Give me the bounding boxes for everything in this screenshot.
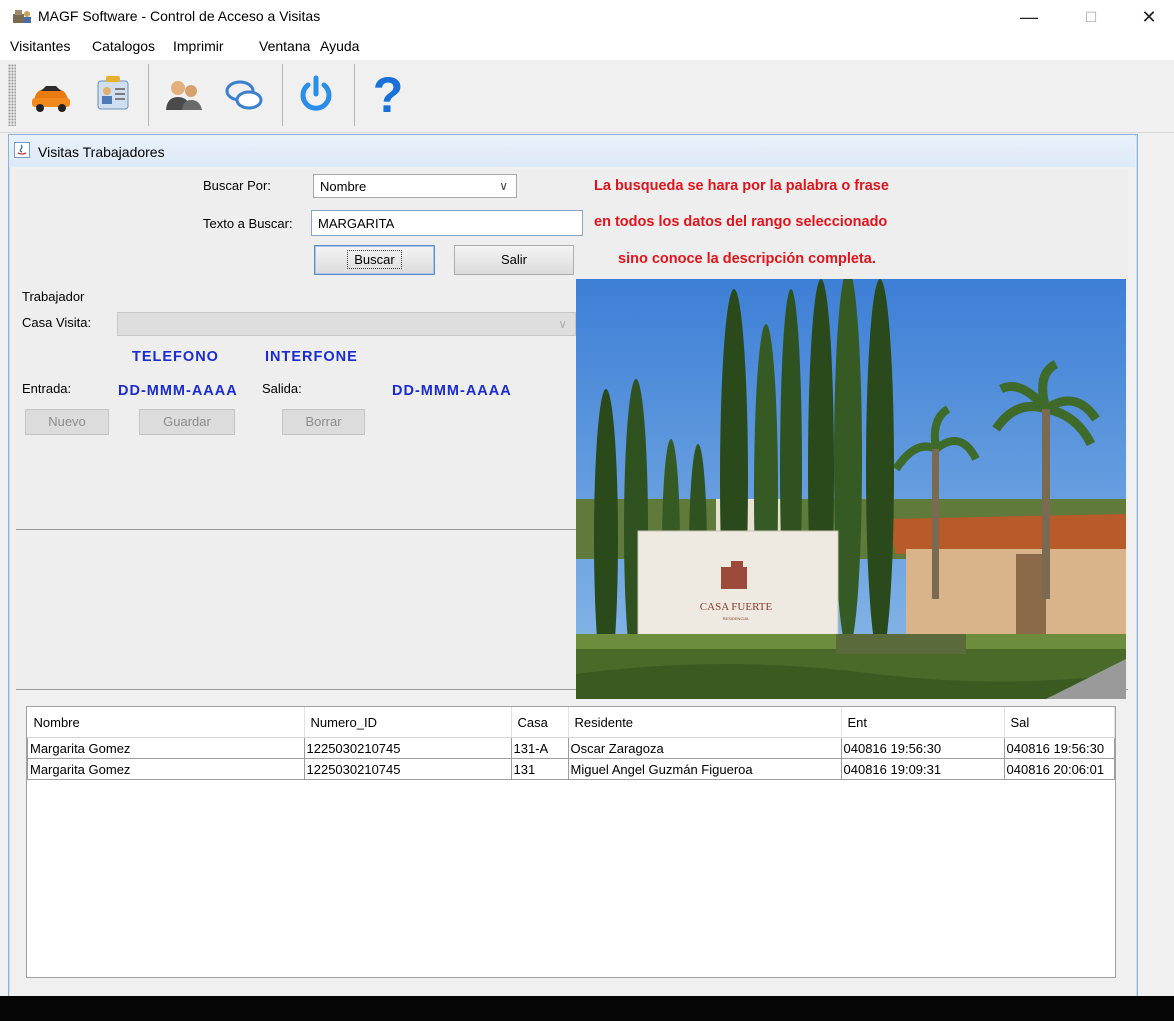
car-icon [32,86,70,112]
borrar-button[interactable]: Borrar [282,409,365,435]
users-icon [166,81,202,110]
chat-icon [225,80,263,110]
casa-visita-select[interactable]: ∨ [117,312,576,336]
cell-nombre: Margarita Gomez [27,737,305,759]
chevron-down-icon: ∨ [499,179,508,193]
texto-buscar-input[interactable] [311,210,583,236]
menu-catalogos[interactable]: Catalogos [92,38,155,54]
toolbar-separator [282,64,283,126]
column-header-sal[interactable]: Sal [1004,707,1115,738]
hint-line-1: La busqueda se hara por la palabra o fra… [594,178,889,194]
column-header-nombre[interactable]: Nombre [27,707,305,738]
casa-visita-label: Casa Visita: [22,315,92,330]
cell-numero-id: 1225030210745 [303,737,512,759]
app-icon [13,10,31,23]
buscar-button-label: Buscar [347,250,402,269]
id-card-button[interactable] [86,64,138,126]
texto-buscar-label: Texto a Buscar: [203,216,293,231]
guardar-button[interactable]: Guardar [139,409,235,435]
frame-title-bar [9,135,1135,167]
results-table[interactable]: Nombre Numero_ID Casa Residente Ent Sal … [26,706,1116,978]
frame-title: Visitas Trabajadores [38,144,165,160]
help-button[interactable]: ? [362,64,414,126]
window-title: MAGF Software - Control de Acceso a Visi… [38,8,321,24]
interfone-label: INTERFONE [265,349,358,365]
java-icon [14,142,30,158]
column-header-ent[interactable]: Ent [841,707,1005,738]
menu-bar: Visitantes Catalogos Imprimir Ventana Ay… [0,34,1174,60]
salida-value: DD-MMM-AAAA [392,383,512,399]
cell-casa: 131 [510,758,569,780]
cell-ent: 040816 19:09:31 [840,758,1005,780]
column-header-residente[interactable]: Residente [568,707,842,738]
column-header-numero-id[interactable]: Numero_ID [304,707,512,738]
power-button[interactable] [290,64,342,126]
buscar-por-label: Buscar Por: [203,178,271,193]
salida-label: Salida: [262,381,302,396]
help-icon: ? [372,67,404,123]
nuevo-button[interactable]: Nuevo [25,409,109,435]
hint-line-2: en todos los datos del rango seleccionad… [594,214,888,230]
entrada-label: Entrada: [22,381,72,396]
cell-casa: 131-A [510,737,569,759]
cell-residente: Miguel Angel Guzmán Figueroa [567,758,842,780]
minimize-button[interactable]: — [1014,4,1044,30]
buscar-por-value: Nombre [320,179,367,194]
close-button[interactable]: ✕ [1134,4,1164,30]
toolbar-separator [148,64,149,126]
table-row[interactable]: Margarita Gomez 1225030210745 131-A Osca… [27,737,1115,759]
desktop-strip [0,996,1174,1021]
power-icon [300,75,332,111]
menu-visitantes[interactable]: Visitantes [10,38,70,54]
buscar-por-select[interactable]: Nombre ∨ [313,174,517,198]
hint-line-3: sino conoce la descripción completa. [618,251,876,267]
car-button[interactable] [24,64,76,126]
menu-ayuda[interactable]: Ayuda [320,38,359,54]
entrada-value: DD-MMM-AAAA [118,383,238,399]
cell-sal: 040816 19:56:30 [1003,737,1115,759]
buscar-button[interactable]: Buscar [314,245,435,275]
users-button[interactable] [158,64,210,126]
table-row[interactable]: Margarita Gomez 1225030210745 131 Miguel… [27,758,1115,780]
residence-photo: CASA FUERTE RESIDENCIAL [576,279,1126,699]
cell-ent: 040816 19:56:30 [840,737,1005,759]
cell-nombre: Margarita Gomez [27,758,305,780]
toolbar-separator [354,64,355,126]
cell-residente: Oscar Zaragoza [567,737,842,759]
toolbar-grip[interactable] [8,64,16,126]
separator [16,529,576,530]
sign-subtext: RESIDENCIAL [723,616,750,621]
salir-button[interactable]: Salir [454,245,574,275]
sign-text: CASA FUERTE [700,601,773,613]
menu-ventana[interactable]: Ventana [259,38,310,54]
telefono-label: TELEFONO [132,349,219,365]
column-header-casa[interactable]: Casa [511,707,569,738]
chevron-down-icon: ∨ [558,317,567,331]
id-card-icon [97,76,129,110]
cell-sal: 040816 20:06:01 [1003,758,1115,780]
table-header-row: Nombre Numero_ID Casa Residente Ent Sal [27,707,1115,738]
chat-button[interactable] [218,64,270,126]
menu-imprimir[interactable]: Imprimir [173,38,224,54]
cell-numero-id: 1225030210745 [303,758,512,780]
trabajador-label: Trabajador [22,289,85,304]
maximize-button[interactable]: ☐ [1076,4,1106,30]
